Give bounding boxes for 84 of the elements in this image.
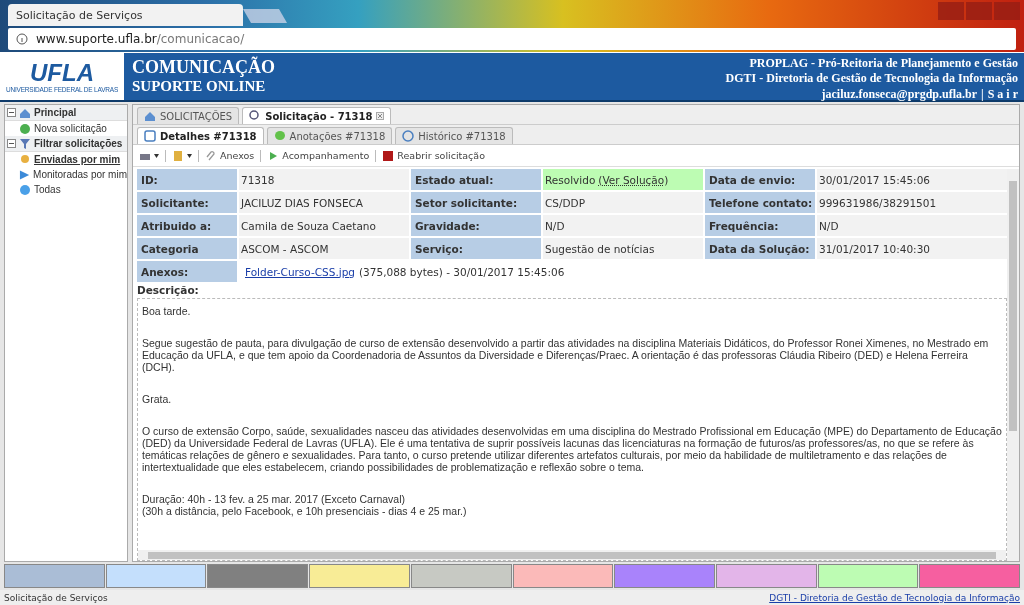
- plus-circle-icon: [19, 122, 31, 135]
- caret-icon: [187, 153, 192, 158]
- paragraph: O curso de extensão Corpo, saúde, sexualidades nasceu das atividades desenvolvidas em uma disciplina do Mestrado Profissional em Educação (MPE) do Departamento de Educação (DED) da Universidade Federal de Lavras (UFLA). Ele é uma tentativa de suprir possíveis lacunas das licenciaturas na formação de futuros/as professores/as, no que se refere às temáticas relações de gênero e sexualidades. Para tanto, o curso pretende utilizar diferentes artefatos culturais, por meio da habilidade de multiletramento e das relações de intertextualidade que eles estabelecem, criando possibilidades de problematização e reflexão sobre o tema.: [142, 425, 1002, 473]
- tab[interactable]: Anotações #71318: [266, 127, 393, 144]
- field-value: JACILUZ DIAS FONSECA: [239, 192, 409, 213]
- paragraph: Segue sugestão de pauta, para divulgação de curso de extensão desenvolvido a partir das atividades na disciplina Materiais Didáticos, do Professor Ronei Ximenes, no Mestrado em Educação da UFLA, e que tem apoio da Coordenadoria de Assuntos da Diversidade e Diferenças/Praec. A orientação é das professoras Cláudia Ribeiro (DED) e Helena Ferreira (DCH).: [142, 337, 990, 373]
- paragraph: Duração: 40h - 13 fev. a 25 mar. 2017 (Exceto Carnaval) (30h a distância, pelo Facebook, e 10h presenciais - dias 4 e 25 mar.): [142, 493, 468, 517]
- footer-link[interactable]: DGTI - Diretoria de Gestão de Tecnologia da Informação: [769, 592, 1020, 603]
- site-subtitle: SUPORTE ONLINE: [132, 78, 267, 95]
- address-bar[interactable]: www.suporte.ufla.br/comunicacao/: [8, 28, 1016, 50]
- tab[interactable]: Detalhes #71318: [137, 127, 264, 144]
- field-value: 31/01/2017 10:40:30: [817, 238, 1007, 259]
- tab[interactable]: Solicitação - 71318: [242, 107, 392, 124]
- logo-text: UFLA: [30, 60, 94, 86]
- field-label: Frequência:: [705, 215, 815, 236]
- logout-link[interactable]: S a i r: [987, 87, 1018, 101]
- field-value: N/D: [543, 215, 703, 236]
- paragraph: Grata.: [142, 393, 173, 405]
- funnel-icon: [19, 137, 31, 150]
- description-label: Descrição:: [137, 283, 200, 298]
- field-value: 999631986/38291501: [817, 192, 1007, 213]
- field-label: ID:: [137, 169, 237, 190]
- site-title: COMUNICAÇÃO: [132, 57, 275, 78]
- toolbar-button[interactable]: [172, 149, 192, 162]
- field-label: Estado atual:: [411, 169, 541, 190]
- toolbar-button[interactable]: Anexos: [205, 149, 255, 162]
- sidebar-item[interactable]: Monitoradas por mim: [5, 167, 127, 182]
- home-icon: [144, 110, 156, 122]
- tab[interactable]: Histórico #71318: [395, 127, 513, 144]
- field-label: Data da Solução:: [705, 238, 815, 259]
- field-label: Gravidade:: [411, 215, 541, 236]
- attachment-link[interactable]: Folder-Curso-CSS.jpg: [245, 265, 355, 278]
- collapse-icon[interactable]: [7, 139, 16, 148]
- field-label: Telefone contato:: [705, 192, 815, 213]
- field-value: ASCOM - ASCOM: [239, 238, 409, 259]
- info-icon: [16, 33, 28, 45]
- group-header[interactable]: Principal: [5, 105, 127, 121]
- field-value: 71318: [239, 169, 409, 190]
- status-text: Solicitação de Serviços: [4, 592, 108, 603]
- field-label: Solicitante:: [137, 192, 237, 213]
- document-icon: [172, 149, 184, 162]
- tab-title: Solicitação de Serviços: [16, 8, 143, 22]
- attachment-info: (375,088 bytes) - 30/01/2017 15:45:06: [359, 265, 565, 278]
- sidebar-item[interactable]: Enviadas por mim: [5, 152, 127, 167]
- paperclip-icon: [205, 149, 217, 162]
- field-value: 30/01/2017 15:45:06: [817, 169, 1007, 190]
- field-label: Data de envio:: [705, 169, 815, 190]
- caret-icon: [154, 153, 159, 158]
- group-header[interactable]: Filtrar solicitações: [5, 136, 127, 152]
- field-label: Categoria: [137, 238, 237, 259]
- paragraph: Boa tarde.: [142, 305, 192, 317]
- sidebar-item[interactable]: Todas: [5, 182, 127, 197]
- org-name: PROPLAG - Pró-Reitoria de Planejamento e Gestão: [748, 56, 1018, 71]
- field-value: N/D: [817, 215, 1007, 236]
- group-label: Principal: [34, 107, 77, 118]
- toolbar-button[interactable]: Acompanhamento: [267, 149, 370, 162]
- solution-link[interactable]: (Ver Solução): [598, 173, 669, 186]
- home-icon: [19, 106, 31, 119]
- square-icon: [144, 130, 156, 142]
- field-label: Atribuido a:: [137, 215, 237, 236]
- circle-icon: [402, 130, 415, 142]
- vertical-scrollbar[interactable]: [1007, 169, 1019, 561]
- browser-tab[interactable]: Solicitação de Serviços: [8, 4, 243, 26]
- toolbar-button[interactable]: Reabrir solicitação: [382, 149, 485, 162]
- tab[interactable]: SOLICITAÇÕES: [137, 107, 240, 124]
- arrow-icon: [19, 168, 31, 181]
- group-label: Filtrar solicitações: [34, 138, 123, 149]
- field-value: CS/DDP: [543, 192, 703, 213]
- horizontal-scrollbar[interactable]: [138, 550, 1006, 560]
- field-value: Camila de Souza Caetano: [239, 215, 409, 236]
- field-value: Resolvido (Ver Solução): [543, 169, 703, 190]
- collapse-icon[interactable]: [7, 108, 16, 117]
- field-label: Anexos:: [137, 261, 237, 282]
- field-label: Setor solicitante:: [411, 192, 541, 213]
- close-icon[interactable]: [376, 112, 385, 120]
- field-label: Serviço:: [411, 238, 541, 259]
- user-email: jaciluz.fonseca@prgdp.ufla.br: [821, 87, 977, 101]
- sidebar-item[interactable]: Nova solicitação: [5, 121, 127, 136]
- new-tab-button[interactable]: [242, 9, 288, 23]
- field-value: Sugestão de notícias: [543, 238, 703, 259]
- square-icon: [382, 149, 395, 162]
- org-name: DGTI - Diretoria de Gestão de Tecnologia da Informação: [725, 71, 1018, 86]
- separator: |: [981, 87, 984, 101]
- url-text: www.suporte.ufla.br/comunicacao/: [36, 32, 245, 46]
